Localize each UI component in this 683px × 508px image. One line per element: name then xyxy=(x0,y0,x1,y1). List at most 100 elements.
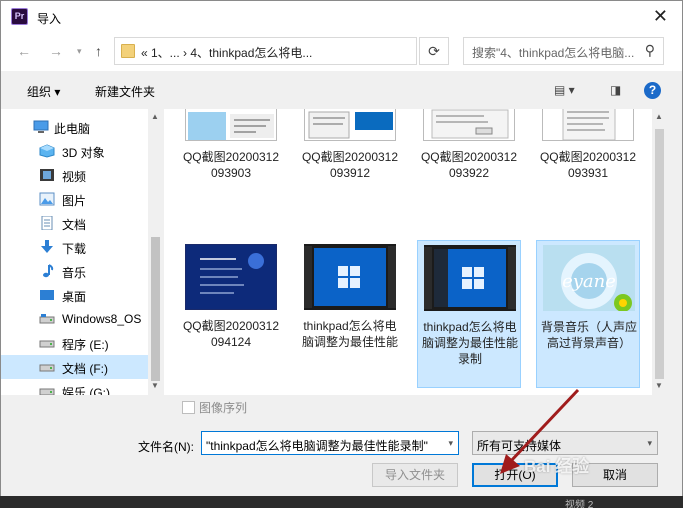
thumbnail xyxy=(424,245,516,311)
arrow-right-icon[interactable]: → xyxy=(49,43,63,59)
chevron-down-icon[interactable]: ▼ xyxy=(151,381,159,390)
chevron-down-icon[interactable]: ▾ xyxy=(647,438,652,449)
navigation-bar: ← → ▾ ↑ « 1、... › 4、thinkpad怎么将电... ▾ ⟳ … xyxy=(1,33,682,71)
preview-pane-icon[interactable]: ◨ xyxy=(610,83,621,97)
organize-menu[interactable]: 组织 ▾ xyxy=(27,83,60,100)
new-folder-button[interactable]: 新建文件夹 xyxy=(95,83,155,100)
sidebar-item-drive-f[interactable]: 文档 (F:) xyxy=(1,355,149,379)
file-name: thinkpad怎么将电脑调整为最佳性能录制 xyxy=(421,320,518,366)
computer-icon xyxy=(33,120,49,133)
import-dialog: Pr 导入 ✕ ← → ▾ ↑ « 1、... › 4、thinkpad怎么将电… xyxy=(0,0,683,497)
chevron-up-icon[interactable]: ▲ xyxy=(655,112,663,121)
album-art-thumbnail: eyane xyxy=(543,245,635,311)
sidebar-item-label: 音乐 xyxy=(62,266,87,280)
search-input[interactable]: 搜索"4、thinkpad怎么将电脑... ⚲ xyxy=(463,37,664,65)
sidebar-item-desktop[interactable]: 桌面 xyxy=(1,283,149,307)
file-tile[interactable]: QQ截图20200312094124 xyxy=(179,240,283,388)
video-icon xyxy=(40,169,54,181)
watermark: Bai 经验 xyxy=(524,457,590,476)
documents-icon xyxy=(41,216,53,230)
scrollbar-thumb[interactable] xyxy=(151,237,160,381)
file-list-scrollbar[interactable]: ▲ ▼ xyxy=(652,109,667,395)
sidebar-item-videos[interactable]: 视频 xyxy=(1,163,149,187)
download-icon xyxy=(41,240,53,253)
file-name: QQ截图20200312094124 xyxy=(182,319,280,349)
search-icon[interactable]: ⚲ xyxy=(645,42,655,59)
file-tile[interactable]: QQ截图20200312093912 xyxy=(298,109,402,219)
title-bar: Pr 导入 ✕ xyxy=(1,1,682,33)
file-tile[interactable]: QQ截图20200312093931 xyxy=(536,109,640,219)
file-tile[interactable]: QQ截图20200312093903 xyxy=(179,109,283,219)
thumbnail xyxy=(304,109,396,141)
sidebar-item-documents[interactable]: 文档 xyxy=(1,211,149,235)
3d-objects-icon xyxy=(39,144,55,158)
thumbnail xyxy=(423,109,515,141)
screenshot-thumbnail xyxy=(543,109,633,140)
thumbnail xyxy=(185,109,277,141)
file-name: QQ截图20200312093903 xyxy=(182,150,280,180)
sidebar-item-downloads[interactable]: 下载 xyxy=(1,235,149,259)
sidebar-item-label: 文档 xyxy=(62,218,87,232)
file-name: thinkpad怎么将电脑调整为最佳性能 xyxy=(301,319,398,349)
chevron-up-icon[interactable]: ▲ xyxy=(151,112,159,121)
sidebar-item-this-pc[interactable]: 此电脑 xyxy=(1,115,149,139)
close-icon[interactable]: ✕ xyxy=(653,7,668,25)
sidebar-item-label: 程序 (E:) xyxy=(62,338,109,352)
sidebar-item-label: 此电脑 xyxy=(54,122,91,136)
file-tile[interactable]: thinkpad怎么将电脑调整为最佳性能 xyxy=(298,240,402,388)
drive-icon xyxy=(39,364,55,372)
chevron-down-icon[interactable]: ▾ xyxy=(448,438,453,449)
sidebar-item-windows8-os[interactable]: Windows8_OS xyxy=(1,307,149,331)
navigation-pane: 此电脑 3D 对象 视频 图片 文档 下载 音乐 桌面 Windows8_OS … xyxy=(1,109,163,395)
dialog-footer: 图像序列 文件名(N): "thinkpad怎么将电脑调整为最佳性能录制" ▾ … xyxy=(1,395,682,497)
image-sequence-checkbox[interactable] xyxy=(182,401,195,414)
background-track-label: 视频 2 xyxy=(565,500,594,508)
sidebar-item-label: 下载 xyxy=(62,242,87,256)
sidebar-item-label: Windows8_OS xyxy=(62,312,142,326)
sidebar-item-label: 文档 (F:) xyxy=(62,362,108,376)
thumbnail: eyane xyxy=(543,245,635,311)
thumbnail xyxy=(542,109,634,141)
presentation-thumbnail xyxy=(186,245,276,309)
filename-label: 文件名(N): xyxy=(138,440,194,454)
desktop-icon xyxy=(40,290,54,300)
sidebar-item-music[interactable]: 音乐 xyxy=(1,259,149,283)
file-name: 背景音乐（人声应高过背景声音） xyxy=(540,320,637,350)
file-name: QQ截图20200312093922 xyxy=(420,150,518,180)
address-bar[interactable]: « 1、... › 4、thinkpad怎么将电... ▾ xyxy=(114,37,513,65)
image-sequence-label: 图像序列 xyxy=(199,401,248,415)
screenshot-thumbnail xyxy=(305,109,395,140)
view-options-icon[interactable]: ▤ ▾ xyxy=(554,83,575,97)
help-icon[interactable]: ? xyxy=(644,82,661,99)
toolbar: 组织 ▾ 新建文件夹 ▤ ▾ ◨ ? xyxy=(1,71,682,109)
file-name: QQ截图20200312093931 xyxy=(539,150,637,180)
folder-icon xyxy=(121,44,135,58)
chevron-down-icon[interactable]: ▾ xyxy=(77,46,82,57)
sidebar-item-label: 娱乐 (G:) xyxy=(62,386,110,395)
search-placeholder: 搜索"4、thinkpad怎么将电脑... xyxy=(472,46,635,60)
sidebar-item-label: 视频 xyxy=(62,170,87,184)
sidebar-item-3d-objects[interactable]: 3D 对象 xyxy=(1,139,149,163)
thumbnail xyxy=(304,244,396,310)
sidebar-scrollbar[interactable]: ▲ ▼ xyxy=(148,109,163,395)
file-tile[interactable]: QQ截图20200312093922 xyxy=(417,109,521,219)
file-tile-selected[interactable]: thinkpad怎么将电脑调整为最佳性能录制 xyxy=(417,240,521,388)
file-list: QQ截图20200312093903 QQ截图20200312093912 QQ… xyxy=(164,109,667,395)
sidebar-item-pictures[interactable]: 图片 xyxy=(1,187,149,211)
refresh-icon[interactable]: ⟳ xyxy=(419,37,449,65)
address-path: « 1、... › 4、thinkpad怎么将电... xyxy=(141,46,313,60)
arrow-up-icon[interactable]: ↑ xyxy=(95,43,102,59)
arrow-left-icon[interactable]: ← xyxy=(17,43,31,59)
scrollbar-thumb[interactable] xyxy=(655,129,664,379)
sidebar-item-drive-g[interactable]: 娱乐 (G:) xyxy=(1,379,149,395)
file-name: QQ截图20200312093912 xyxy=(301,150,399,180)
screenshot-thumbnail xyxy=(186,109,276,140)
video-thumbnail xyxy=(424,245,516,311)
drive-icon xyxy=(39,388,55,395)
chevron-down-icon[interactable]: ▼ xyxy=(655,381,663,390)
import-folder-button[interactable]: 导入文件夹 xyxy=(372,463,458,487)
thumbnail xyxy=(185,244,277,310)
sidebar-item-drive-e[interactable]: 程序 (E:) xyxy=(1,331,149,355)
file-tile-selected[interactable]: eyane 背景音乐（人声应高过背景声音） xyxy=(536,240,640,388)
filename-field[interactable]: "thinkpad怎么将电脑调整为最佳性能录制" ▾ xyxy=(201,431,459,455)
